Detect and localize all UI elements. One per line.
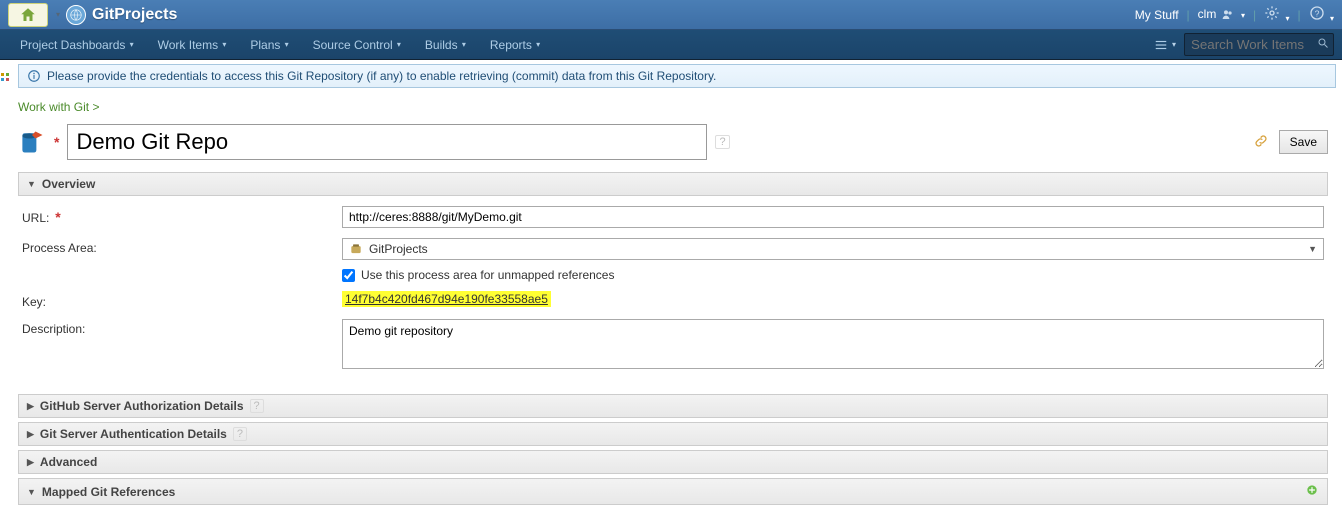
chevron-down-icon: ▾ xyxy=(1241,11,1245,20)
section-title: Git Server Authentication Details xyxy=(40,427,227,441)
chevron-down-icon: ▾ xyxy=(282,40,288,49)
info-icon xyxy=(27,69,41,83)
user-menu[interactable]: clm ▾ xyxy=(1198,7,1245,23)
settings-menu[interactable]: ▾ xyxy=(1264,5,1289,24)
chevron-down-icon: ▾ xyxy=(534,40,540,49)
chevron-down-icon: ▾ xyxy=(460,40,466,49)
nav-builds[interactable]: Builds ▾ xyxy=(413,30,478,59)
nav-work-items[interactable]: Work Items ▾ xyxy=(146,30,239,59)
home-icon xyxy=(19,6,37,24)
nav-source-control[interactable]: Source Control ▾ xyxy=(301,30,413,59)
section-mapped-refs-header[interactable]: ▼ Mapped Git References xyxy=(18,478,1328,505)
expand-icon: ▶ xyxy=(27,401,34,412)
users-icon xyxy=(1220,7,1236,23)
nav-project-dashboards[interactable]: Project Dashboards ▾ xyxy=(8,30,146,59)
chevron-down-icon: ▾ xyxy=(1170,40,1176,49)
info-banner: Please provide the credentials to access… xyxy=(18,64,1336,88)
chevron-down-icon: ▼ xyxy=(1308,244,1317,254)
key-value: 14f7b4c420fd467d94e190fe33558ae5 xyxy=(342,291,551,307)
url-label: URL: * xyxy=(22,206,342,225)
section-github-auth-header[interactable]: ▶ GitHub Server Authorization Details ? xyxy=(18,394,1328,418)
view-menu[interactable]: ▾ xyxy=(1154,38,1176,52)
top-right-controls: My Stuff | clm ▾ | ▾ | ? ▾ xyxy=(1135,5,1334,24)
add-mapped-ref-button[interactable] xyxy=(1305,483,1319,500)
nav-reports[interactable]: Reports ▾ xyxy=(478,30,552,59)
required-indicator: * xyxy=(54,134,59,150)
expand-icon: ▶ xyxy=(27,429,34,440)
chevron-down-icon: ▾ xyxy=(127,40,133,49)
overview-form: URL: * Process Area: GitProjects ▼ Use t… xyxy=(18,196,1328,390)
gutter-handle[interactable] xyxy=(0,60,12,92)
nav-bar: Project Dashboards ▾ Work Items ▾ Plans … xyxy=(0,30,1342,60)
gear-icon xyxy=(1264,5,1280,21)
section-title: GitHub Server Authorization Details xyxy=(40,399,244,413)
top-header: ▾ GitProjects My Stuff | clm ▾ | ▾ | ? ▾ xyxy=(0,0,1342,30)
expand-icon: ▶ xyxy=(27,457,34,468)
chevron-down-icon: ▾ xyxy=(395,40,401,49)
save-button[interactable]: Save xyxy=(1279,130,1328,154)
use-process-area-checkbox[interactable] xyxy=(342,269,355,282)
chevron-down-icon: ▾ xyxy=(1286,14,1290,23)
process-area-label: Process Area: xyxy=(22,238,342,255)
section-title: Overview xyxy=(42,177,95,191)
section-overview-header[interactable]: ▼ Overview xyxy=(18,172,1328,196)
app-title: GitProjects xyxy=(92,6,177,24)
chevron-down-icon: ▾ xyxy=(220,40,226,49)
help-icon[interactable]: ? xyxy=(250,399,264,413)
repo-icon xyxy=(18,128,46,156)
nav-plans[interactable]: Plans ▾ xyxy=(238,30,300,59)
key-label: Key: xyxy=(22,292,342,309)
help-icon[interactable]: ? xyxy=(233,427,247,441)
section-title: Mapped Git References xyxy=(42,485,175,499)
info-banner-text: Please provide the credentials to access… xyxy=(47,69,716,83)
my-stuff-link[interactable]: My Stuff xyxy=(1135,8,1179,22)
breadcrumb: Work with Git > xyxy=(18,100,1328,114)
list-icon xyxy=(1154,38,1168,52)
project-icon xyxy=(349,242,363,256)
home-dropdown-arrow[interactable]: ▾ xyxy=(54,10,62,19)
svg-text:?: ? xyxy=(1314,8,1319,18)
globe-icon xyxy=(66,5,86,25)
help-icon: ? xyxy=(1309,5,1325,21)
collapse-icon: ▼ xyxy=(27,487,36,497)
use-process-area-label: Use this process area for unmapped refer… xyxy=(361,268,614,282)
chevron-down-icon: ▾ xyxy=(1330,14,1334,23)
section-git-auth-header[interactable]: ▶ Git Server Authentication Details ? xyxy=(18,422,1328,446)
search-input[interactable] xyxy=(1184,33,1334,56)
collapse-icon: ▼ xyxy=(27,179,36,189)
home-button[interactable] xyxy=(8,3,48,27)
help-menu[interactable]: ? ▾ xyxy=(1309,5,1334,24)
process-area-select[interactable]: GitProjects ▼ xyxy=(342,238,1324,260)
permalink-icon[interactable] xyxy=(1253,133,1269,152)
description-label: Description: xyxy=(22,319,342,336)
repo-name-input[interactable] xyxy=(67,124,707,160)
search-icon[interactable] xyxy=(1317,37,1329,52)
breadcrumb-link[interactable]: Work with Git > xyxy=(18,100,99,114)
description-input[interactable] xyxy=(342,319,1324,369)
section-title: Advanced xyxy=(40,455,97,469)
section-advanced-header[interactable]: ▶ Advanced xyxy=(18,450,1328,474)
process-area-value: GitProjects xyxy=(369,242,428,256)
url-input[interactable] xyxy=(342,206,1324,228)
help-icon[interactable]: ? xyxy=(715,135,729,149)
